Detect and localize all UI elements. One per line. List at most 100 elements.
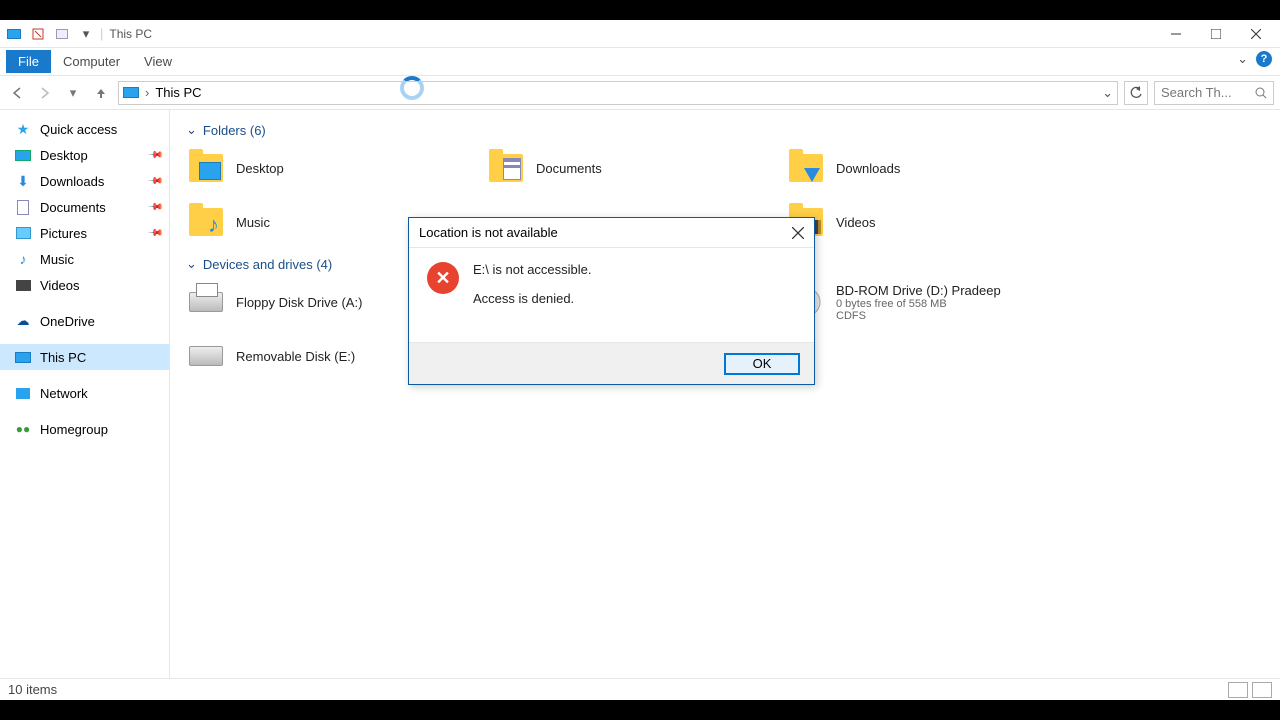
qat-customize-icon[interactable]: ▾ — [76, 24, 96, 44]
address-bar[interactable]: › This PC ⌄ — [118, 81, 1118, 105]
sidebar-item-downloads[interactable]: ⬇ Downloads 📌 — [0, 168, 169, 194]
music-icon: ♪ — [14, 250, 32, 268]
window-title: This PC — [109, 27, 152, 41]
sidebar-label: Network — [40, 386, 88, 401]
item-label: BD-ROM Drive (D:) Pradeep — [836, 283, 1001, 298]
homegroup-icon: ●● — [14, 420, 32, 438]
group-folders-header[interactable]: ⌄ Folders (6) — [186, 122, 1264, 138]
qat-new-folder-icon[interactable] — [52, 24, 72, 44]
item-label: Music — [236, 215, 270, 230]
folder-downloads[interactable]: Downloads — [786, 146, 1046, 190]
sidebar-label: Documents — [40, 200, 106, 215]
refresh-button[interactable] — [1124, 81, 1148, 105]
sidebar-item-onedrive[interactable]: ☁ OneDrive — [0, 308, 169, 334]
sidebar-label: Videos — [40, 278, 80, 293]
sidebar-label: Quick access — [40, 122, 117, 137]
back-button[interactable] — [6, 82, 28, 104]
pc-icon — [14, 348, 32, 366]
item-label: Floppy Disk Drive (A:) — [236, 295, 362, 310]
button-label: OK — [753, 356, 772, 371]
sidebar-item-documents[interactable]: Documents 📌 — [0, 194, 169, 220]
maximize-button[interactable] — [1196, 21, 1236, 47]
pin-icon: 📌 — [146, 173, 163, 190]
titlebar: ▾ | This PC — [0, 20, 1280, 48]
search-placeholder: Search Th... — [1161, 85, 1232, 100]
downloads-icon: ⬇ — [14, 172, 32, 190]
status-bar: 10 items — [0, 678, 1280, 700]
sidebar-item-pictures[interactable]: Pictures📌 — [0, 220, 169, 246]
tab-view[interactable]: View — [132, 50, 184, 73]
sidebar-item-videos[interactable]: Videos — [0, 272, 169, 298]
drive-icon — [186, 336, 226, 376]
folder-desktop[interactable]: Desktop — [186, 146, 446, 190]
desktop-icon — [14, 146, 32, 164]
close-button[interactable] — [1236, 21, 1276, 47]
folder-icon — [786, 148, 826, 188]
sidebar-item-network[interactable]: Network — [0, 380, 169, 406]
drive-floppy[interactable]: Floppy Disk Drive (A:) — [186, 280, 446, 324]
cloud-icon: ☁ — [14, 312, 32, 330]
minimize-button[interactable] — [1156, 21, 1196, 47]
forward-button[interactable] — [34, 82, 56, 104]
item-subtext: 0 bytes free of 558 MB — [836, 298, 1001, 310]
folder-videos[interactable]: Videos — [786, 200, 1046, 244]
help-icon[interactable]: ? — [1256, 51, 1272, 67]
tab-computer[interactable]: Computer — [51, 50, 132, 73]
sidebar-label: This PC — [40, 350, 86, 365]
qat-properties-icon[interactable] — [28, 24, 48, 44]
sidebar-label: Music — [40, 252, 74, 267]
chevron-down-icon: ⌄ — [186, 122, 197, 138]
view-large-icons-button[interactable] — [1252, 682, 1272, 698]
group-title: Devices and drives (4) — [203, 257, 332, 272]
up-button[interactable] — [90, 82, 112, 104]
system-menu-icon[interactable] — [4, 24, 24, 44]
videos-icon — [14, 276, 32, 294]
sidebar-item-homegroup[interactable]: ●●Homegroup — [0, 416, 169, 442]
folder-documents[interactable]: Documents — [486, 146, 746, 190]
dialog-message-1: E:\ is not accessible. — [473, 262, 592, 277]
sidebar-item-music[interactable]: ♪ Music — [0, 246, 169, 272]
item-label: Documents — [536, 161, 602, 176]
folder-music[interactable]: Music — [186, 200, 446, 244]
item-label: Desktop — [236, 161, 284, 176]
sidebar-label: Desktop — [40, 148, 88, 163]
item-label: Videos — [836, 215, 876, 230]
content-pane[interactable]: ⌄ Folders (6) Desktop Documents Download… — [170, 110, 1280, 678]
item-label: Removable Disk (E:) — [236, 349, 355, 364]
dialog-close-button[interactable] — [792, 227, 804, 239]
folder-icon — [486, 148, 526, 188]
tab-file[interactable]: File — [6, 50, 51, 73]
sidebar-label: OneDrive — [40, 314, 95, 329]
file-explorer-window: ▾ | This PC File Computer View ⌄ ? ▾ › T… — [0, 20, 1280, 700]
search-icon — [1255, 87, 1267, 99]
dialog-title: Location is not available — [419, 225, 558, 240]
ribbon-expand-icon[interactable]: ⌄ — [1237, 51, 1248, 67]
drive-bdrom[interactable]: BD-ROM Drive (D:) Pradeep 0 bytes free o… — [786, 280, 1046, 324]
search-box[interactable]: Search Th... — [1154, 81, 1274, 105]
pictures-icon — [14, 224, 32, 242]
sidebar-label: Downloads — [40, 174, 104, 189]
pin-icon: 📌 — [146, 199, 163, 216]
drive-removable[interactable]: Removable Disk (E:) — [186, 334, 446, 378]
item-label: Downloads — [836, 161, 900, 176]
pin-icon: 📌 — [146, 147, 163, 164]
network-icon — [14, 384, 32, 402]
sidebar-item-desktop[interactable]: Desktop 📌 — [0, 142, 169, 168]
recent-locations-button[interactable]: ▾ — [62, 82, 84, 104]
navigation-bar: ▾ › This PC ⌄ Search Th... — [0, 76, 1280, 110]
sidebar-item-quick-access[interactable]: ★Quick access — [0, 116, 169, 142]
address-location[interactable]: This PC — [155, 85, 201, 100]
ok-button[interactable]: OK — [724, 353, 800, 375]
pc-icon — [123, 87, 139, 98]
view-details-button[interactable] — [1228, 682, 1248, 698]
address-dropdown-icon[interactable]: ⌄ — [1102, 85, 1113, 101]
navigation-pane: ★Quick access Desktop 📌 ⬇ Downloads 📌 Docum… — [0, 110, 170, 678]
drive-icon — [186, 282, 226, 322]
ribbon-tabs: File Computer View ⌄ ? — [0, 48, 1280, 76]
dialog-message-2: Access is denied. — [473, 291, 592, 306]
status-item-count: 10 items — [8, 682, 57, 697]
group-title: Folders (6) — [203, 123, 266, 138]
sidebar-item-this-pc[interactable]: This PC — [0, 344, 169, 370]
folder-icon — [186, 148, 226, 188]
folder-icon — [186, 202, 226, 242]
